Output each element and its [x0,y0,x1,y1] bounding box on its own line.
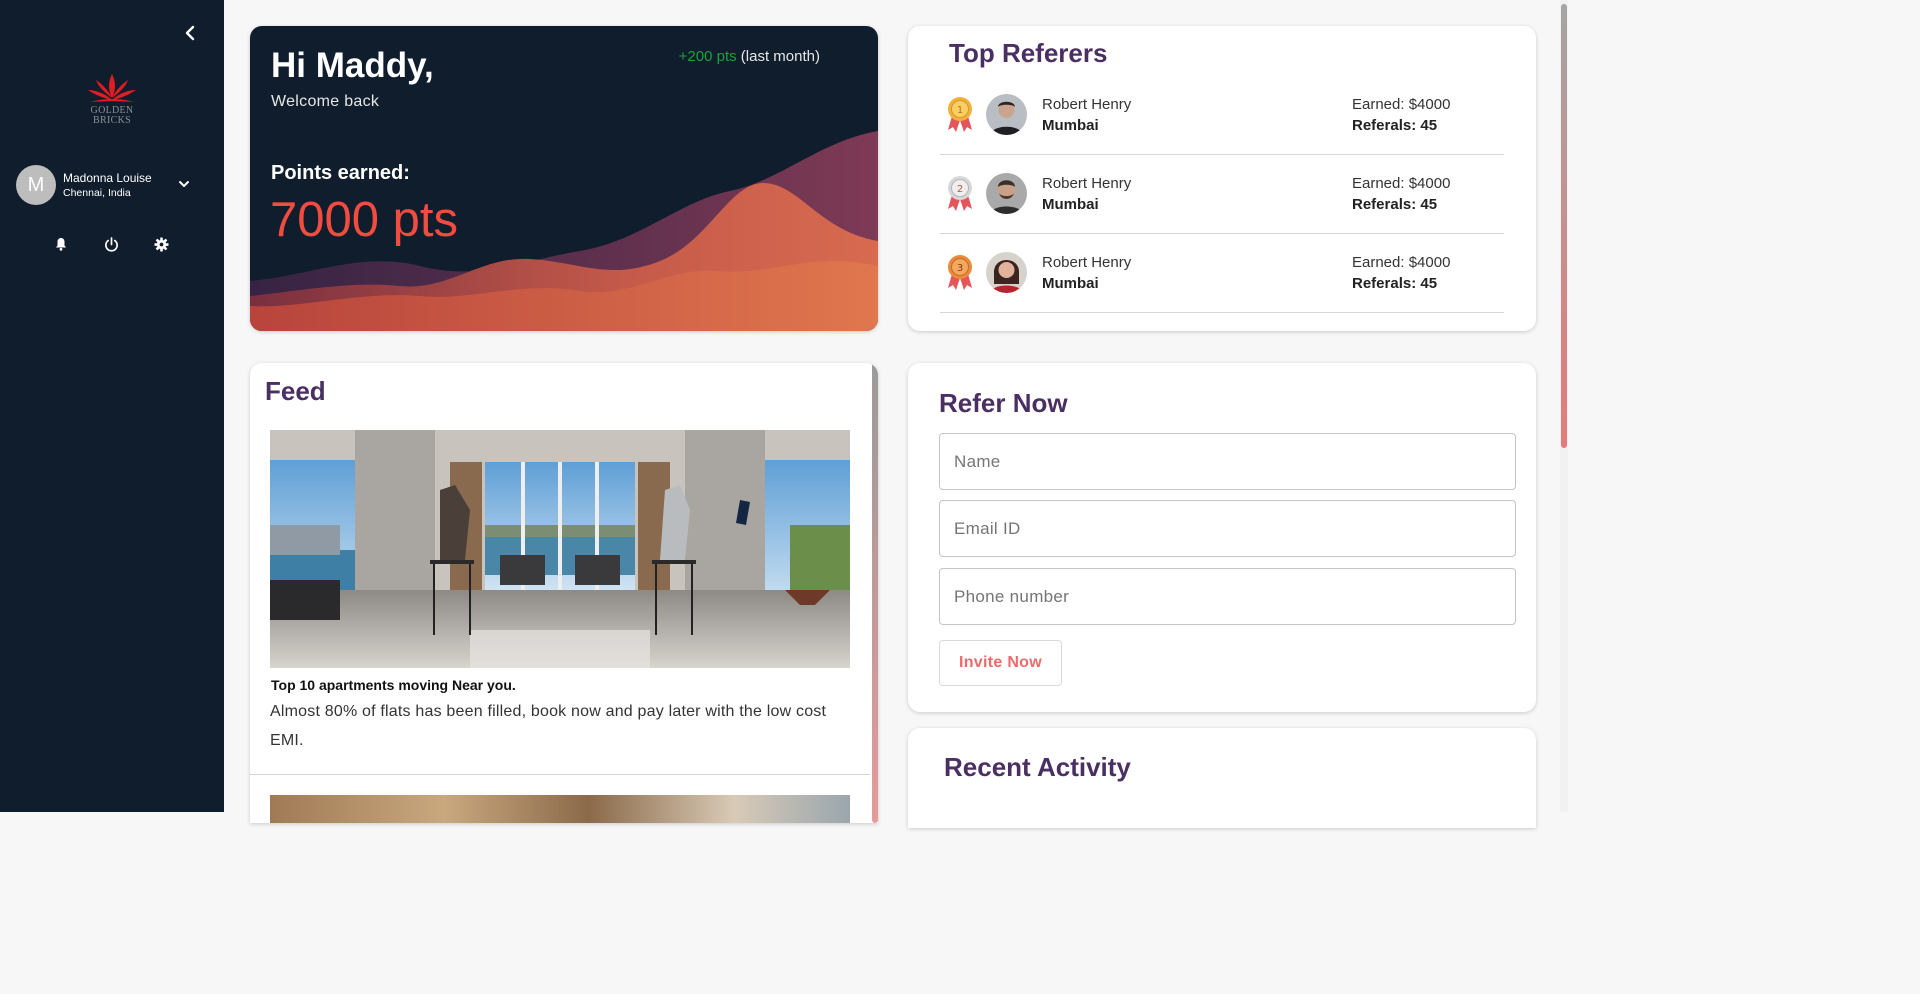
referer-city: Mumbai [1042,117,1099,134]
feed-post-image[interactable] [270,430,850,668]
gear-icon[interactable] [150,233,172,255]
email-field[interactable] [939,500,1516,557]
referer-city: Mumbai [1042,275,1099,292]
page-scrollbar-thumb[interactable] [1561,4,1567,448]
referer-name: Robert Henry [1042,96,1132,113]
feed-next-post-image[interactable] [270,795,850,823]
referer-row[interactable]: 2 Robert Henry Mumbai Earned: $4000 Refe… [940,155,1504,234]
bronze-medal-icon: 3 [948,255,972,290]
referer-name: Robert Henry [1042,254,1132,271]
welcome-card: Hi Maddy, Welcome back +200 pts (last mo… [250,26,878,331]
referer-earned: Earned: $4000 [1352,175,1451,192]
collapse-sidebar-icon[interactable] [180,22,200,44]
recent-activity-title: Recent Activity [944,752,1131,782]
points-delta-period: (last month) [740,48,820,65]
name-field[interactable] [939,433,1516,490]
feed-title: Feed [265,376,326,406]
welcome-subtitle: Welcome back [271,93,380,110]
chevron-down-icon[interactable] [176,176,192,192]
refer-now-title: Refer Now [939,388,1068,418]
bell-icon[interactable] [50,233,72,255]
phone-field[interactable] [939,568,1516,625]
points-label: Points earned: [271,162,410,184]
referer-row[interactable]: 1 Robert Henry Mumbai Earned: $4000 Refe… [940,76,1504,155]
avatar: M [16,165,56,205]
referer-referrals: Referals: 45 [1352,196,1438,213]
gold-medal-icon: 1 [948,97,972,132]
user-location: Chennai, India [63,186,131,199]
referer-referrals: Referals: 45 [1352,275,1438,292]
medal-rank: 1 [957,105,963,116]
referer-earned: Earned: $4000 [1352,96,1451,113]
points-value: 7000 pts [270,193,458,247]
points-delta: +200 pts (last month) [679,48,820,65]
medal-rank: 2 [957,184,963,195]
recent-activity-card: Recent Activity [908,728,1536,828]
referer-name: Robert Henry [1042,175,1132,192]
user-profile[interactable]: M Madonna Louise Chennai, India [16,164,196,206]
user-name: Madonna Louise [63,170,152,185]
refer-now-card: Refer Now Invite Now [908,363,1536,712]
page-scrollbar[interactable] [1560,0,1568,812]
feed-scrollbar[interactable] [872,363,878,823]
feed-post-caption: Top 10 apartments moving Near you. [271,677,516,693]
feed-card: Feed Top 10 apartments moving Near you. … [250,363,878,823]
top-referers-title: Top Referers [949,38,1108,68]
referer-earned: Earned: $4000 [1352,254,1451,271]
sidebar: GOLDEN BRICKS M Madonna Louise Chennai, … [0,0,224,812]
medal-rank: 3 [957,263,963,274]
feed-post-description: Almost 80% of flats has been filled, boo… [270,703,827,749]
referer-avatar [986,252,1027,293]
referer-city: Mumbai [1042,196,1099,213]
power-icon[interactable] [100,233,122,255]
referer-avatar [986,94,1027,135]
referer-referrals: Referals: 45 [1352,117,1438,134]
greeting: Hi Maddy, [271,46,434,85]
referer-avatar [986,173,1027,214]
invite-now-button[interactable]: Invite Now [939,640,1062,686]
logo-text-bottom: BRICKS [93,115,131,126]
top-referers-card: Top Referers 1 Robert Henry Mumbai Earne… [908,26,1536,331]
silver-medal-icon: 2 [948,176,972,211]
referer-row[interactable]: 3 Robert Henry Mumbai Earned: $4000 Refe… [940,234,1504,313]
feed-divider [250,774,870,775]
points-delta-value: +200 pts [678,48,737,65]
golden-bricks-logo: GOLDEN BRICKS [80,72,144,130]
